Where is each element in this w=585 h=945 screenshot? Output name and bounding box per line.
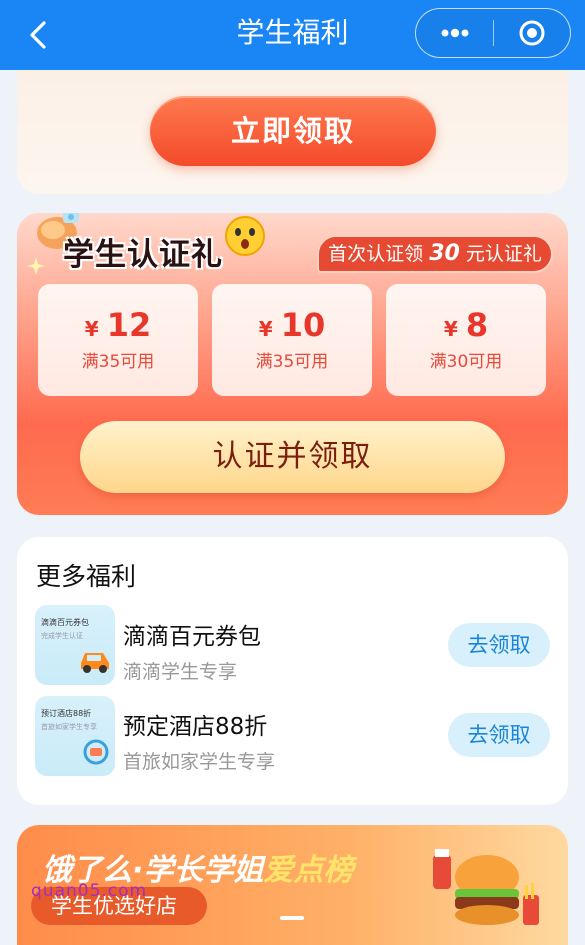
benefit-title: 滴滴百元券包 bbox=[123, 624, 261, 650]
thumb-subtitle: 首旅如家学生专享 bbox=[41, 723, 97, 731]
coupon-amount: 12 bbox=[106, 306, 152, 344]
claim-hotel-button[interactable]: 去领取 bbox=[448, 713, 550, 757]
thumb-title: 预订酒店88折 bbox=[41, 709, 92, 718]
car-icon bbox=[81, 653, 109, 673]
more-benefits-title: 更多福利 bbox=[36, 562, 137, 591]
claim-didi-button[interactable]: 去领取 bbox=[448, 623, 550, 667]
thumb-title: 滴滴百元券包 bbox=[41, 618, 89, 627]
student-cert-card: 学生认证礼 首次认证领 30 元认证礼 ¥12 满35可用 ¥10 满35可用 … bbox=[17, 213, 568, 515]
coupon-currency: ¥ bbox=[258, 317, 273, 341]
coupon-amount: 10 bbox=[280, 306, 326, 344]
close-target-icon[interactable] bbox=[518, 19, 546, 47]
surprised-face-icon bbox=[225, 216, 265, 256]
burger-food-icon bbox=[433, 849, 539, 925]
mini-program-capsule bbox=[415, 8, 571, 58]
home-indicator bbox=[280, 916, 304, 920]
banner-title-highlight: 爱点榜 bbox=[263, 853, 354, 888]
cert-title: 学生认证礼 bbox=[63, 237, 223, 273]
benefit-title: 预定酒店88折 bbox=[123, 714, 268, 740]
thumb-subtitle: 完成学生认证 bbox=[41, 632, 83, 640]
first-cert-suffix: 元认证礼 bbox=[465, 243, 542, 265]
didi-thumbnail[interactable]: 滴滴百元券包 完成学生认证 bbox=[35, 605, 115, 685]
coupon-currency: ¥ bbox=[443, 317, 458, 341]
coupon-amount: 8 bbox=[465, 306, 489, 344]
verify-and-claim-button[interactable]: 认证并领取 bbox=[80, 421, 505, 493]
hotel-card-icon bbox=[83, 739, 109, 765]
claim-now-button[interactable]: 立即领取 bbox=[150, 96, 436, 166]
benefit-subtitle: 首旅如家学生专享 bbox=[123, 751, 276, 773]
watermark: quan05.com bbox=[31, 881, 148, 901]
coupon-card: ¥12 满35可用 bbox=[38, 284, 198, 396]
coupon-condition: 满35可用 bbox=[255, 352, 329, 372]
first-cert-badge: 首次认证领 30 元认证礼 bbox=[317, 235, 553, 273]
eleme-banner[interactable]: 饿了么·学长学姐爱点榜 学生优选好店 quan05.com bbox=[17, 825, 568, 945]
coupon-condition: 满35可用 bbox=[81, 352, 155, 372]
sparkle-icon bbox=[27, 257, 45, 275]
coupon-card: ¥10 满35可用 bbox=[212, 284, 372, 396]
hotel-thumbnail[interactable]: 预订酒店88折 首旅如家学生专享 bbox=[35, 696, 115, 776]
more-benefits-card: 更多福利 滴滴百元券包 完成学生认证 滴滴百元券包 滴滴学生专享 去领取 预订酒… bbox=[17, 537, 568, 805]
benefit-subtitle: 滴滴学生专享 bbox=[123, 661, 238, 683]
capsule-divider bbox=[493, 20, 494, 46]
nav-bar: 学生福利 bbox=[0, 0, 585, 70]
first-cert-amount: 30 bbox=[429, 241, 460, 266]
first-cert-prefix: 首次认证领 bbox=[328, 243, 424, 265]
more-dots-icon[interactable] bbox=[438, 21, 472, 45]
coupon-currency: ¥ bbox=[84, 317, 99, 341]
coupon-condition: 满30可用 bbox=[429, 352, 503, 372]
coupon-card: ¥8 满30可用 bbox=[386, 284, 546, 396]
